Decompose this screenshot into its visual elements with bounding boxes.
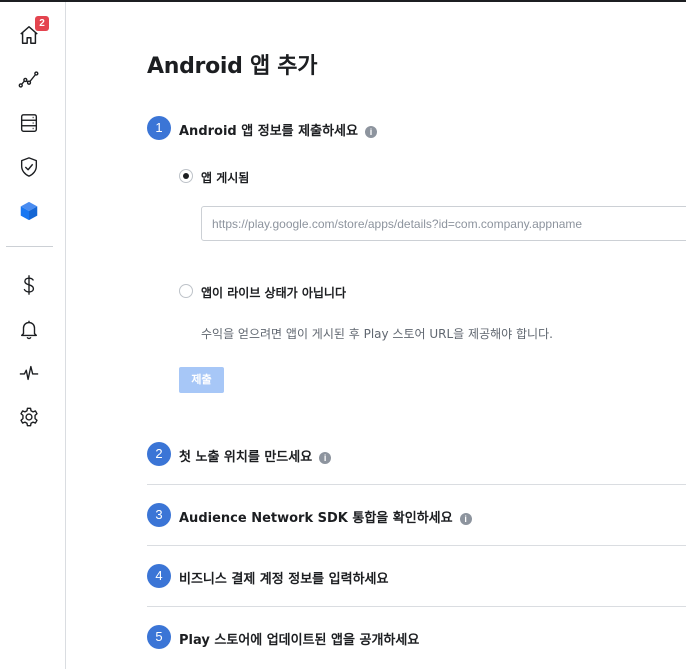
analytics-icon	[18, 71, 39, 88]
step-1-title-text: Android 앱 정보를 제출하세요	[179, 124, 358, 139]
helper-text: 수익을 얻으려면 앱이 게시된 후 Play 스토어 URL을 제공해야 합니다…	[201, 327, 553, 341]
step-divider	[147, 606, 686, 607]
database-icon	[20, 114, 38, 132]
sidebar-item-apps[interactable]	[14, 196, 44, 226]
step-5-number: 5	[147, 625, 171, 649]
step-2-title[interactable]: 첫 노출 위치를 만드세요 i	[179, 446, 332, 465]
info-icon[interactable]: i	[459, 513, 472, 525]
radio-app-not-live-label[interactable]: 앱이 라이브 상태가 아닙니다	[201, 284, 346, 301]
step-3-title-text: Audience Network SDK 통합을 확인하세요	[179, 511, 453, 526]
radio-app-published-label[interactable]: 앱 게시됨	[201, 169, 249, 186]
radio-app-not-live[interactable]	[179, 284, 193, 298]
sidebar-item-analytics[interactable]	[14, 64, 44, 94]
cube-icon	[20, 201, 38, 221]
gear-icon	[20, 407, 38, 427]
step-4-number: 4	[147, 564, 171, 588]
step-divider	[147, 484, 686, 485]
notification-badge: 2	[35, 16, 49, 31]
step-1-title: Android 앱 정보를 제출하세요 i	[179, 120, 377, 139]
sidebar-item-payments[interactable]	[14, 270, 44, 300]
activity-icon	[19, 365, 39, 381]
page-title: Android 앱 추가	[147, 54, 318, 79]
sidebar-divider	[6, 246, 53, 247]
step-2-title-text: 첫 노출 위치를 만드세요	[179, 450, 313, 465]
sidebar-item-home[interactable]: 2	[14, 16, 49, 50]
step-1-number: 1	[147, 116, 171, 140]
sidebar-item-integrity[interactable]	[14, 152, 44, 182]
info-icon[interactable]: i	[319, 452, 332, 464]
sidebar: 2	[0, 2, 66, 669]
radio-app-published[interactable]	[179, 169, 193, 183]
submit-button[interactable]: 제출	[179, 367, 224, 393]
sidebar-item-settings[interactable]	[14, 402, 44, 432]
step-5-title[interactable]: Play 스토어에 업데이트된 앱을 공개하세요	[179, 629, 419, 648]
main-content: Android 앱 추가 1 Android 앱 정보를 제출하세요 i 앱 게시…	[66, 0, 686, 669]
info-icon[interactable]: i	[364, 126, 377, 138]
play-store-url-input[interactable]	[201, 206, 686, 241]
step-4-title[interactable]: 비즈니스 결제 계정 정보를 입력하세요	[179, 568, 388, 587]
step-3-number: 3	[147, 503, 171, 527]
step-2-number: 2	[147, 442, 171, 466]
shield-check-icon	[20, 157, 38, 177]
sidebar-item-notifications[interactable]	[14, 314, 44, 344]
step-divider	[147, 545, 686, 546]
step-3-title[interactable]: Audience Network SDK 통합을 확인하세요 i	[179, 507, 472, 526]
bell-icon	[20, 320, 38, 340]
sidebar-item-database[interactable]	[14, 108, 44, 138]
sidebar-item-health[interactable]	[14, 358, 44, 388]
dollar-icon	[23, 275, 35, 295]
